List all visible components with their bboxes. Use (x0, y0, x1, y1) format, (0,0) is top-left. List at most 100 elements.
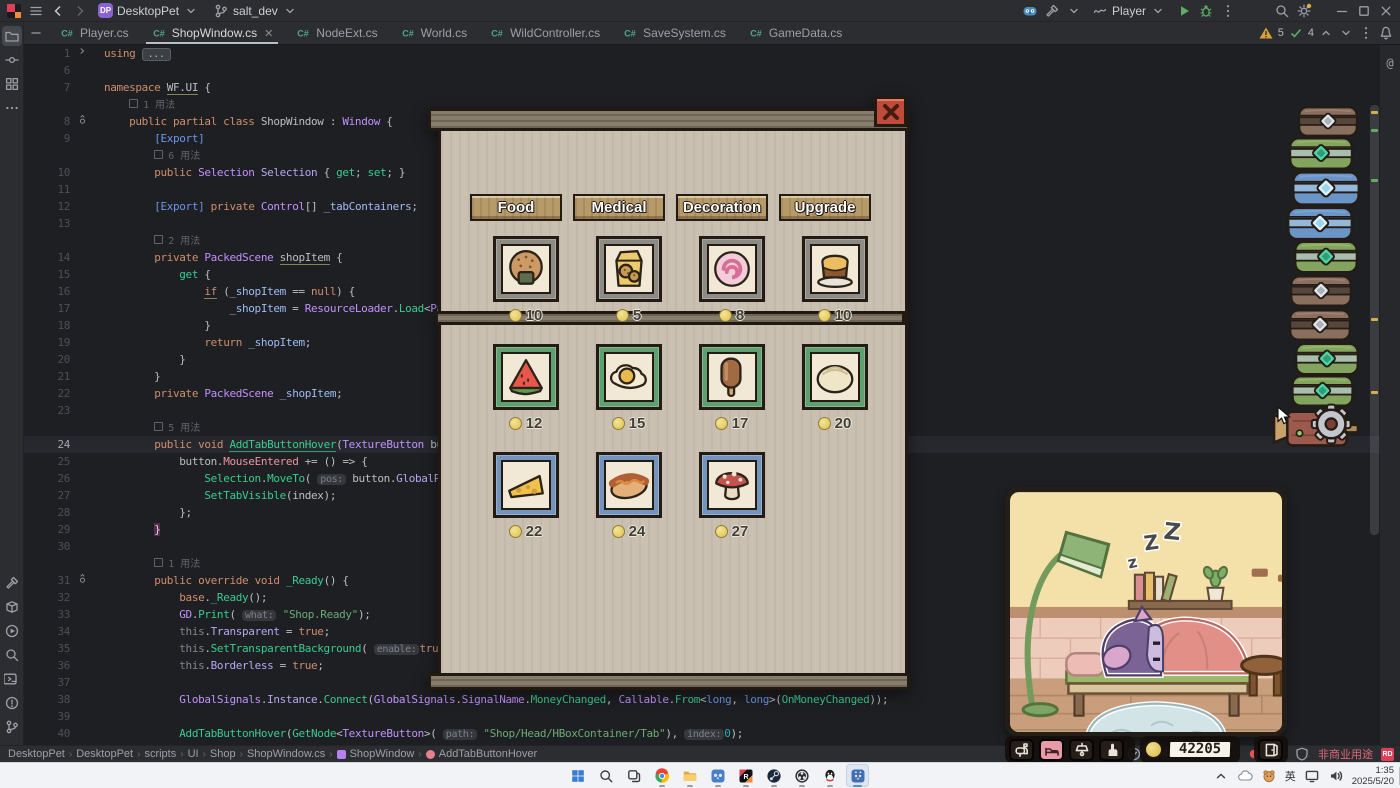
pet-tray-icon[interactable] (1261, 768, 1277, 784)
breadcrumb-desktoppet[interactable]: DesktopPet (76, 748, 133, 760)
tool-problems-icon[interactable] (2, 693, 22, 713)
taskbar-search[interactable] (594, 764, 617, 787)
shop-item-fish-cake[interactable]: 8 (680, 236, 783, 344)
editor-tab-gamedata-cs[interactable]: C# GameData.cs (737, 22, 853, 44)
run-button[interactable] (1176, 3, 1192, 19)
treasure-chest-brown-silver[interactable] (1298, 105, 1358, 138)
shop-item-mushroom[interactable]: 27 (680, 452, 783, 560)
treasure-chest-brown-silver[interactable] (1290, 274, 1352, 308)
steam[interactable] (762, 764, 785, 787)
shield-icon[interactable] (1294, 746, 1310, 762)
volume-icon[interactable] (1328, 768, 1344, 784)
code-line-6[interactable]: 6 (24, 62, 1380, 79)
shop-item-onigiri[interactable]: 10 (474, 236, 577, 344)
shop-item-steamed-bun[interactable]: 20 (783, 344, 886, 452)
tool-find-icon[interactable] (2, 645, 22, 665)
lamp-button[interactable] (1069, 738, 1094, 761)
more-actions-icon[interactable] (1220, 3, 1236, 19)
code-line-1[interactable]: 1 using ... (24, 45, 1380, 62)
maximize-button[interactable] (1356, 3, 1372, 19)
main-menu-icon[interactable] (28, 3, 44, 19)
forward-icon[interactable] (72, 3, 88, 19)
shop-close-button[interactable] (874, 96, 907, 127)
treasure-chest-green-emerald[interactable] (1294, 240, 1358, 274)
editor-tab-wildcontroller-cs[interactable]: C# WildController.cs (478, 22, 611, 44)
rider[interactable]: R (734, 764, 757, 787)
branch-widget[interactable]: salt_dev (209, 2, 302, 20)
close-window-button[interactable] (1378, 3, 1394, 19)
next-problem-icon[interactable] (1338, 25, 1354, 41)
obs[interactable] (790, 764, 813, 787)
tray-expand-icon[interactable] (1213, 768, 1229, 784)
shop-tab-medical[interactable]: Medical (573, 194, 665, 221)
godot-engine-icon[interactable] (1022, 3, 1038, 19)
search-everywhere-icon[interactable] (1274, 3, 1290, 19)
breadcrumb-shop[interactable]: Shop (210, 748, 236, 760)
tool-version-control-icon[interactable] (2, 717, 22, 737)
treasure-chest-blue-diamond[interactable] (1292, 170, 1360, 207)
treasure-chest-green-emerald[interactable] (1288, 137, 1354, 170)
desktop-pet-app[interactable] (846, 764, 869, 787)
notifications-bell-icon[interactable] (1378, 25, 1394, 41)
treasure-chest-blue-diamond[interactable] (1287, 206, 1353, 241)
tool-structure-icon[interactable] (2, 74, 22, 94)
shop-item-hot-dog[interactable]: 24 (577, 452, 680, 560)
tool-commit-icon[interactable] (2, 50, 22, 70)
breadcrumb-addtabbuttonhover[interactable]: AddTabButtonHover (425, 748, 537, 760)
inspections-widget[interactable]: 5 4 (1258, 22, 1400, 44)
ime-indicator[interactable]: 英 (1285, 768, 1296, 784)
start-button[interactable] (566, 764, 589, 787)
settings-gear-icon[interactable] (1296, 3, 1312, 19)
override-marker-icon[interactable] (70, 113, 104, 130)
minimize-button[interactable] (1334, 3, 1350, 19)
shop-tab-upgrade[interactable]: Upgrade (779, 194, 871, 221)
godot[interactable] (706, 764, 729, 787)
editor-tab-player-cs[interactable]: C# Player.cs (48, 22, 140, 44)
code-line-7[interactable]: 7 namespace WF.UI { (24, 79, 1380, 96)
more-icon[interactable] (1358, 25, 1374, 41)
door-exit-button[interactable] (1258, 738, 1283, 761)
editor-tab-nodeext-cs[interactable]: C# NodeExt.cs (284, 22, 388, 44)
license-label[interactable]: 非商业用途 (1318, 746, 1373, 762)
tool-dependencies-icon[interactable] (2, 597, 22, 617)
task-view[interactable] (622, 764, 645, 787)
project-widget[interactable]: DP DesktopPet (94, 2, 203, 20)
shop-tab-food[interactable]: Food (470, 194, 562, 221)
tool-project-icon[interactable] (1, 26, 22, 46)
mailbox-button[interactable] (1009, 738, 1034, 761)
display-tray-icon[interactable] (1304, 768, 1320, 784)
tool-build-icon[interactable] (2, 573, 22, 593)
editor-tab-savesystem-cs[interactable]: C# SaveSystem.cs (611, 22, 737, 44)
treasure-chest-green-emerald[interactable] (1295, 342, 1359, 376)
interact-button[interactable] (1099, 738, 1124, 761)
tool-profiler-icon[interactable] (2, 621, 22, 641)
onedrive-icon[interactable] (1237, 768, 1253, 784)
breadcrumb-desktoppet[interactable]: DesktopPet (8, 748, 65, 760)
breadcrumb-ui[interactable]: UI (188, 748, 199, 760)
editor-tab-shopwindow-cs[interactable]: C# ShopWindow.cs ✕ (140, 22, 285, 44)
ai-assistant-icon[interactable]: @ (1380, 53, 1400, 73)
editor-tab-world-cs[interactable]: C# World.cs (389, 22, 478, 44)
prev-problem-icon[interactable] (1318, 25, 1334, 41)
close-tab-icon[interactable]: ✕ (264, 27, 273, 40)
shop-item-pudding[interactable]: 10 (783, 236, 886, 344)
breadcrumb-shopwindow[interactable]: ShopWindow (336, 748, 414, 760)
qq[interactable] (818, 764, 841, 787)
debug-button[interactable] (1198, 3, 1214, 19)
file-explorer[interactable] (678, 764, 701, 787)
tool-more-tools-icon[interactable] (2, 98, 22, 118)
breadcrumb-shopwindow-cs[interactable]: ShopWindow.cs (247, 748, 325, 760)
shop-item-cheese[interactable]: 22 (474, 452, 577, 560)
chevron-down-icon[interactable] (1066, 3, 1082, 19)
shop-tab-decoration[interactable]: Decoration (676, 194, 768, 221)
build-icon[interactable] (1044, 3, 1060, 19)
treasure-chest-brown-silver[interactable] (1289, 308, 1351, 342)
sleep-button[interactable] (1039, 738, 1064, 761)
taskbar-clock[interactable]: 1:35 2025/5/20 (1352, 765, 1394, 787)
shop-item-watermelon[interactable]: 12 (474, 344, 577, 452)
fold-arrow-icon[interactable] (70, 45, 104, 62)
shop-item-popsicle[interactable]: 17 (680, 344, 783, 452)
tool-terminal-icon[interactable] (2, 669, 22, 689)
chrome[interactable] (650, 764, 673, 787)
shop-item-egg-bun[interactable]: 15 (577, 344, 680, 452)
